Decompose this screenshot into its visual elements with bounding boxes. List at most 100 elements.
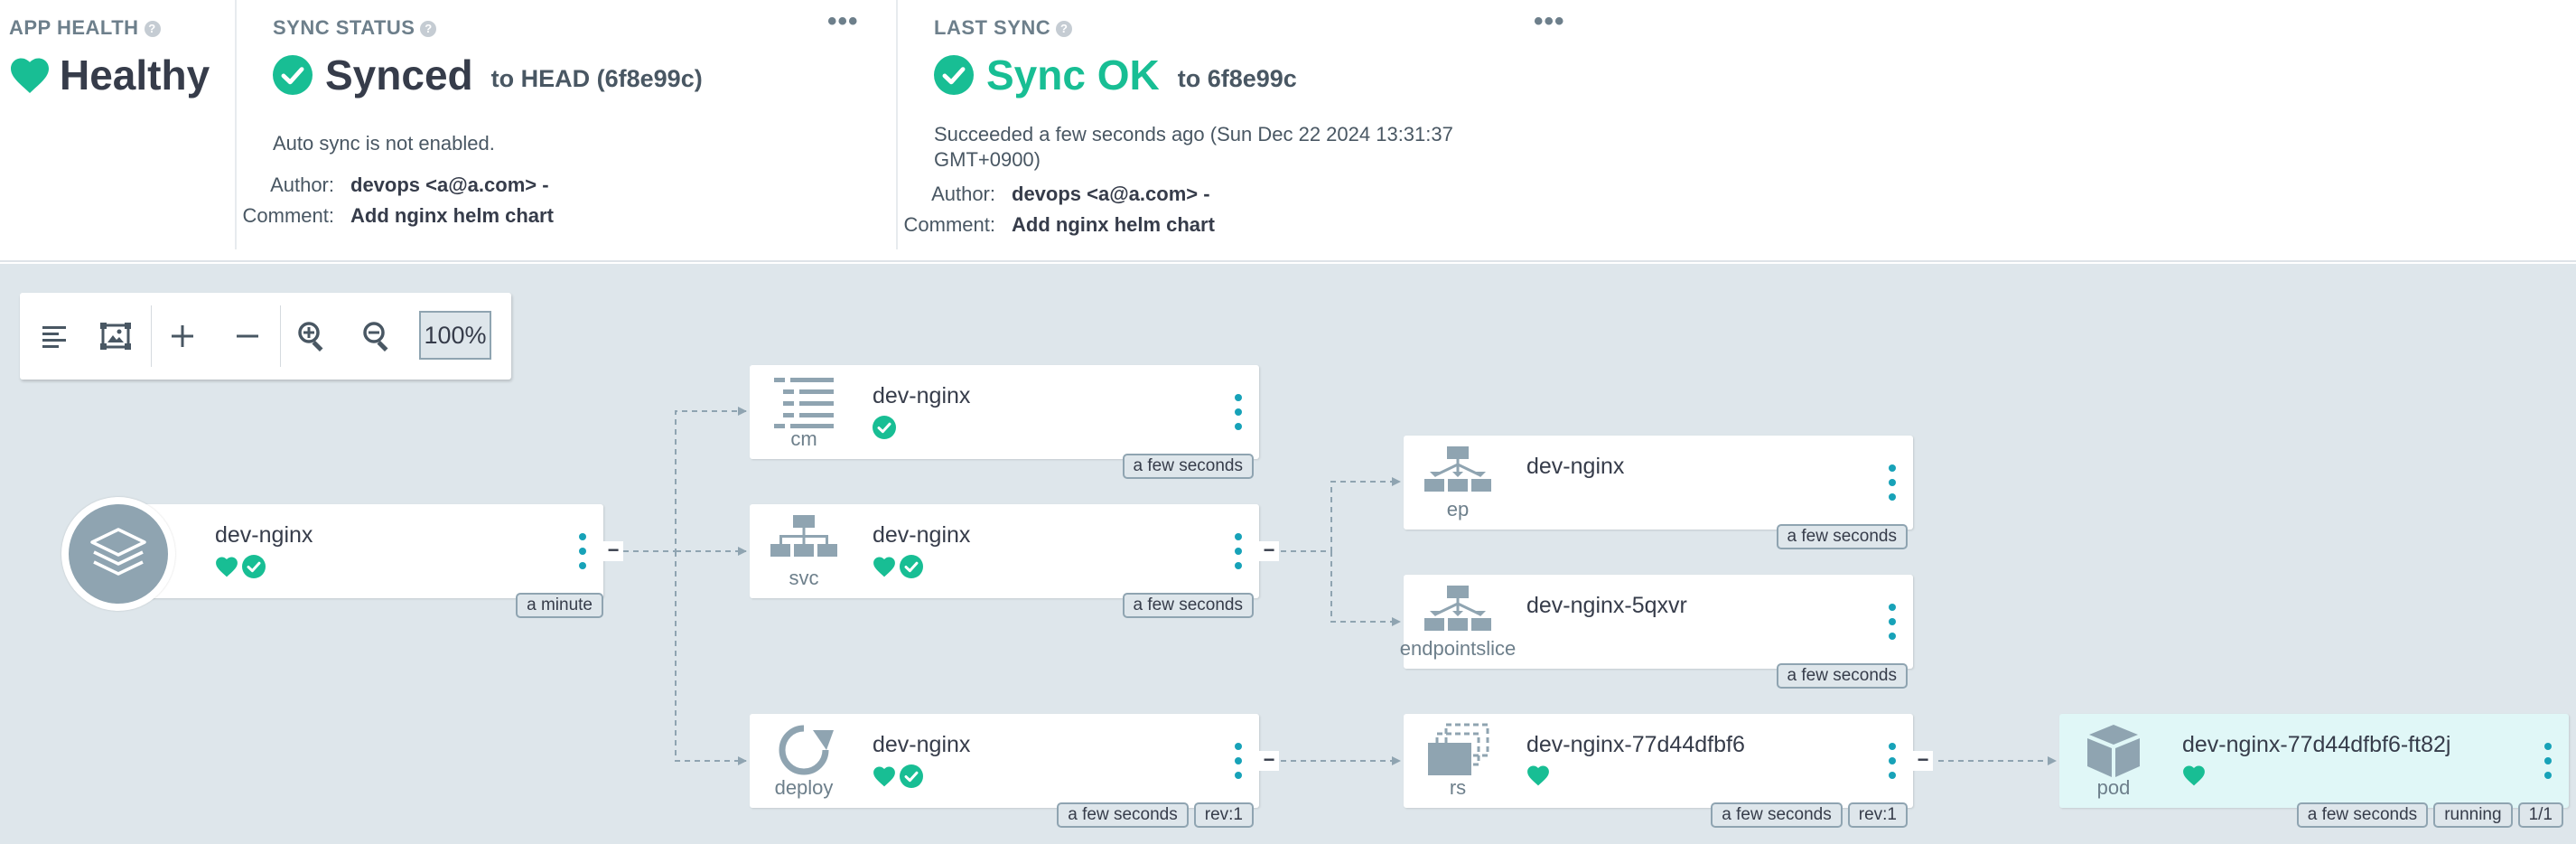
- layers-icon: [90, 528, 146, 576]
- help-icon[interactable]: ?: [1056, 21, 1073, 37]
- sync-author-row: Author: devops <a@a.com> -: [217, 173, 549, 197]
- ep-node[interactable]: ep dev-nginx a few seconds: [1404, 436, 1913, 549]
- author-label: Author:: [931, 183, 995, 205]
- last-sync-card: LAST SYNC? ••• Sync OK to 6f8e99c Succee…: [898, 0, 1584, 253]
- node-status: [1526, 764, 1550, 786]
- deployment-icon: [779, 725, 834, 775]
- node-menu-icon[interactable]: [2543, 743, 2553, 779]
- comment-value: Add nginx helm chart: [350, 204, 554, 227]
- heart-icon: [2183, 765, 2205, 786]
- node-name: dev-nginx: [215, 522, 313, 548]
- collapse-button[interactable]: −: [1259, 750, 1279, 771]
- collapse-button[interactable]: −: [1913, 750, 1933, 771]
- kind-label: rs: [1449, 776, 1467, 799]
- node-menu-icon[interactable]: [1234, 743, 1243, 779]
- last-sync-status: Sync OK to 6f8e99c: [934, 51, 1297, 99]
- heart-icon: [11, 58, 49, 94]
- sync-target: to HEAD (6f8e99c): [490, 64, 703, 92]
- configmap-icon: [774, 378, 834, 428]
- cm-node[interactable]: cm dev-nginx a few seconds: [750, 365, 1259, 479]
- node-menu-icon[interactable]: [1234, 533, 1243, 569]
- sync-ok-text: Sync OK: [986, 52, 1160, 98]
- kind-label: deploy: [774, 776, 834, 799]
- kind-label: cm: [790, 427, 817, 450]
- synced-text: Synced: [325, 52, 473, 98]
- pod-cube-icon: [2087, 725, 2140, 777]
- app-health-card: APP HEALTH? Healthy: [0, 0, 235, 253]
- rs-node[interactable]: rs dev-nginx-77d44dfbf6 a few seconds re…: [1404, 714, 1913, 828]
- app-icon: [61, 497, 175, 611]
- app-health-title: APP HEALTH?: [9, 16, 161, 40]
- last-sync-author-row: Author: devops <a@a.com> -: [878, 183, 1210, 206]
- node-name: dev-nginx: [873, 383, 971, 408]
- age-tag: a minute: [516, 593, 603, 618]
- app-node[interactable]: dev-nginx a minute: [117, 504, 603, 618]
- node-tags: a few seconds: [1122, 593, 1254, 618]
- node-name: dev-nginx-5qxvr: [1526, 593, 1687, 618]
- ready-count-tag: 1/1: [2517, 802, 2563, 828]
- last-sync-more-icon[interactable]: •••: [1534, 8, 1565, 35]
- node-icon: rs: [1416, 723, 1499, 799]
- kind-label: pod: [2096, 776, 2131, 799]
- node-name: dev-nginx-77d44dfbf6: [1526, 732, 1745, 757]
- help-icon[interactable]: ?: [144, 21, 161, 37]
- author-value: devops <a@a.com> -: [1012, 183, 1210, 205]
- endpointslice-node[interactable]: endpointslice dev-nginx-5qxvr a few seco…: [1400, 575, 1913, 689]
- comment-label: Comment:: [903, 213, 995, 236]
- sync-status-status: Synced to HEAD (6f8e99c): [273, 51, 703, 99]
- status-panel: APP HEALTH? Healthy SYNC STATUS? ••• Syn…: [0, 0, 2576, 262]
- author-value: devops <a@a.com> -: [350, 173, 549, 196]
- node-status: [873, 764, 923, 788]
- revision-tag: rev:1: [1193, 802, 1254, 828]
- collapse-button[interactable]: −: [1259, 540, 1279, 561]
- last-sync-target: to 6f8e99c: [1177, 64, 1297, 92]
- heart-icon: [873, 766, 895, 787]
- help-icon[interactable]: ?: [420, 21, 437, 37]
- sync-status-more-icon[interactable]: •••: [827, 8, 859, 35]
- service-icon: [770, 515, 837, 557]
- revision-tag: rev:1: [1847, 802, 1908, 828]
- age-tag: a few seconds: [1776, 663, 1908, 689]
- node-menu-icon[interactable]: [1888, 604, 1897, 640]
- collapse-button[interactable]: −: [603, 540, 623, 561]
- endpoints-icon: [1424, 446, 1491, 492]
- app-health-text: Healthy: [60, 52, 210, 98]
- age-tag: a few seconds: [1711, 802, 1843, 828]
- node-icon: ep: [1416, 445, 1499, 520]
- age-tag: a few seconds: [1776, 524, 1908, 549]
- node-menu-icon[interactable]: [1888, 743, 1897, 779]
- node-icon: pod: [2072, 723, 2155, 799]
- node-status: [2182, 764, 2206, 786]
- node-tags: a few seconds: [1776, 663, 1908, 689]
- endpointslice-icon: [1424, 586, 1491, 631]
- node-name: dev-nginx: [873, 522, 971, 548]
- succeeded-text-line2: GMT+0900): [934, 148, 1041, 171]
- kind-label: ep: [1446, 498, 1470, 520]
- node-name: dev-nginx: [1526, 454, 1625, 479]
- sync-status-title: SYNC STATUS?: [273, 16, 437, 40]
- check-circle-icon: [900, 764, 923, 788]
- heart-icon: [216, 557, 238, 577]
- node-menu-icon[interactable]: [1888, 464, 1897, 501]
- node-menu-icon[interactable]: [578, 533, 587, 569]
- last-sync-title: LAST SYNC?: [934, 16, 1073, 40]
- check-circle-icon: [900, 555, 923, 578]
- node-tags: a minute: [516, 593, 603, 618]
- status-tag: running: [2433, 802, 2513, 828]
- pod-node[interactable]: pod dev-nginx-77d44dfbf6-ft82j a few sec…: [2059, 714, 2569, 828]
- heart-icon: [873, 557, 895, 577]
- age-tag: a few seconds: [1057, 802, 1189, 828]
- age-tag: a few seconds: [2296, 802, 2429, 828]
- svc-node[interactable]: svc dev-nginx a few seconds: [750, 504, 1259, 618]
- last-sync-comment-row: Comment: Add nginx helm chart: [878, 213, 1215, 237]
- author-label: Author:: [270, 173, 334, 196]
- node-tags: a few seconds rev:1: [1711, 802, 1908, 828]
- node-tags: a few seconds running 1/1: [2296, 802, 2563, 828]
- deploy-node[interactable]: deploy dev-nginx a few seconds rev:1: [750, 714, 1259, 828]
- node-menu-icon[interactable]: [1234, 394, 1243, 430]
- node-tags: a few seconds: [1122, 454, 1254, 479]
- check-circle-icon: [273, 55, 313, 95]
- auto-sync-text: Auto sync is not enabled.: [273, 132, 495, 155]
- node-icon: cm: [762, 374, 845, 450]
- comment-label: Comment:: [242, 204, 334, 227]
